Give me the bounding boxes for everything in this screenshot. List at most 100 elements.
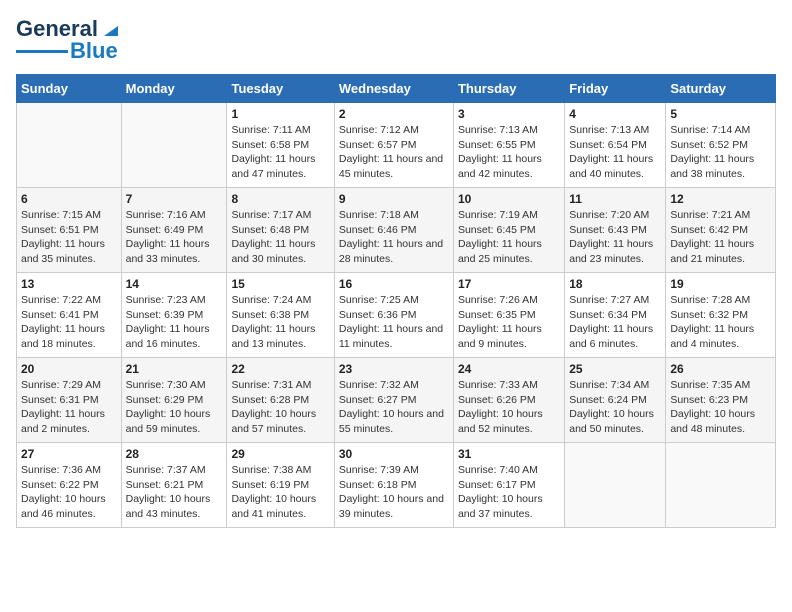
calendar-cell [121, 103, 227, 188]
day-number: 11 [569, 192, 661, 206]
day-info: Sunrise: 7:15 AMSunset: 6:51 PMDaylight:… [21, 208, 117, 267]
day-info: Sunrise: 7:22 AMSunset: 6:41 PMDaylight:… [21, 293, 117, 352]
calendar-cell: 1 Sunrise: 7:11 AMSunset: 6:58 PMDaylight… [227, 103, 334, 188]
day-number: 20 [21, 362, 117, 376]
day-number: 10 [458, 192, 560, 206]
day-info: Sunrise: 7:25 AMSunset: 6:36 PMDaylight:… [339, 293, 449, 352]
calendar-cell: 29 Sunrise: 7:38 AMSunset: 6:19 PMDayligh… [227, 443, 334, 528]
calendar-cell: 31Sunrise: 7:40 AMSunset: 6:17 PMDayligh… [453, 443, 564, 528]
day-info: Sunrise: 7:17 AMSunset: 6:48 PMDaylight:… [231, 208, 329, 267]
day-info: Sunrise: 7:12 AMSunset: 6:57 PMDaylight:… [339, 123, 449, 182]
calendar-table: SundayMondayTuesdayWednesdayThursdayFrid… [16, 74, 776, 528]
day-info: Sunrise: 7:36 AMSunset: 6:22 PMDaylight:… [21, 463, 117, 522]
calendar-header-row: SundayMondayTuesdayWednesdayThursdayFrid… [17, 75, 776, 103]
calendar-cell: 2Sunrise: 7:12 AMSunset: 6:57 PMDaylight… [334, 103, 453, 188]
day-number: 6 [21, 192, 117, 206]
calendar-cell: 3 Sunrise: 7:13 AMSunset: 6:55 PMDaylight… [453, 103, 564, 188]
day-number: 15 [231, 277, 329, 291]
logo: General Blue [16, 16, 122, 64]
calendar-cell: 22 Sunrise: 7:31 AMSunset: 6:28 PMDayligh… [227, 358, 334, 443]
calendar-week-2: 6 Sunrise: 7:15 AMSunset: 6:51 PMDaylight… [17, 188, 776, 273]
day-info: Sunrise: 7:31 AMSunset: 6:28 PMDaylight:… [231, 378, 329, 437]
calendar-cell: 26 Sunrise: 7:35 AMSunset: 6:23 PMDayligh… [666, 358, 776, 443]
day-info: Sunrise: 7:11 AMSunset: 6:58 PMDaylight:… [231, 123, 329, 182]
day-number: 4 [569, 107, 661, 121]
day-number: 7 [126, 192, 223, 206]
day-info: Sunrise: 7:26 AMSunset: 6:35 PMDaylight:… [458, 293, 560, 352]
col-header-sunday: Sunday [17, 75, 122, 103]
calendar-cell: 14 Sunrise: 7:23 AMSunset: 6:39 PMDayligh… [121, 273, 227, 358]
col-header-friday: Friday [565, 75, 666, 103]
calendar-cell: 17Sunrise: 7:26 AMSunset: 6:35 PMDayligh… [453, 273, 564, 358]
day-number: 22 [231, 362, 329, 376]
calendar-cell [666, 443, 776, 528]
calendar-cell: 12 Sunrise: 7:21 AMSunset: 6:42 PMDayligh… [666, 188, 776, 273]
calendar-cell: 13 Sunrise: 7:22 AMSunset: 6:41 PMDayligh… [17, 273, 122, 358]
calendar-cell: 28 Sunrise: 7:37 AMSunset: 6:21 PMDayligh… [121, 443, 227, 528]
col-header-monday: Monday [121, 75, 227, 103]
logo-blue: Blue [70, 38, 118, 64]
calendar-cell: 15 Sunrise: 7:24 AMSunset: 6:38 PMDayligh… [227, 273, 334, 358]
day-info: Sunrise: 7:38 AMSunset: 6:19 PMDaylight:… [231, 463, 329, 522]
day-number: 16 [339, 277, 449, 291]
calendar-cell: 30Sunrise: 7:39 AMSunset: 6:18 PMDayligh… [334, 443, 453, 528]
day-info: Sunrise: 7:23 AMSunset: 6:39 PMDaylight:… [126, 293, 223, 352]
day-info: Sunrise: 7:27 AMSunset: 6:34 PMDaylight:… [569, 293, 661, 352]
day-info: Sunrise: 7:13 AMSunset: 6:55 PMDaylight:… [458, 123, 560, 182]
day-number: 21 [126, 362, 223, 376]
page-header: General Blue [16, 16, 776, 64]
day-info: Sunrise: 7:39 AMSunset: 6:18 PMDaylight:… [339, 463, 449, 522]
day-number: 1 [231, 107, 329, 121]
day-number: 5 [670, 107, 771, 121]
col-header-saturday: Saturday [666, 75, 776, 103]
calendar-cell: 16 Sunrise: 7:25 AMSunset: 6:36 PMDayligh… [334, 273, 453, 358]
col-header-thursday: Thursday [453, 75, 564, 103]
day-number: 31 [458, 447, 560, 461]
day-number: 23 [339, 362, 449, 376]
day-info: Sunrise: 7:14 AMSunset: 6:52 PMDaylight:… [670, 123, 771, 182]
calendar-cell: 8 Sunrise: 7:17 AMSunset: 6:48 PMDaylight… [227, 188, 334, 273]
day-number: 14 [126, 277, 223, 291]
calendar-cell: 20 Sunrise: 7:29 AMSunset: 6:31 PMDayligh… [17, 358, 122, 443]
day-number: 26 [670, 362, 771, 376]
day-info: Sunrise: 7:33 AMSunset: 6:26 PMDaylight:… [458, 378, 560, 437]
calendar-body: 1 Sunrise: 7:11 AMSunset: 6:58 PMDaylight… [17, 103, 776, 528]
col-header-wednesday: Wednesday [334, 75, 453, 103]
day-info: Sunrise: 7:16 AMSunset: 6:49 PMDaylight:… [126, 208, 223, 267]
day-info: Sunrise: 7:30 AMSunset: 6:29 PMDaylight:… [126, 378, 223, 437]
day-info: Sunrise: 7:34 AMSunset: 6:24 PMDaylight:… [569, 378, 661, 437]
day-info: Sunrise: 7:18 AMSunset: 6:46 PMDaylight:… [339, 208, 449, 267]
day-number: 29 [231, 447, 329, 461]
calendar-cell: 19 Sunrise: 7:28 AMSunset: 6:32 PMDayligh… [666, 273, 776, 358]
day-number: 8 [231, 192, 329, 206]
calendar-cell: 21 Sunrise: 7:30 AMSunset: 6:29 PMDayligh… [121, 358, 227, 443]
calendar-cell [17, 103, 122, 188]
day-number: 25 [569, 362, 661, 376]
calendar-cell: 25 Sunrise: 7:34 AMSunset: 6:24 PMDayligh… [565, 358, 666, 443]
day-info: Sunrise: 7:37 AMSunset: 6:21 PMDaylight:… [126, 463, 223, 522]
calendar-week-3: 13 Sunrise: 7:22 AMSunset: 6:41 PMDayligh… [17, 273, 776, 358]
calendar-cell: 11Sunrise: 7:20 AMSunset: 6:43 PMDayligh… [565, 188, 666, 273]
day-info: Sunrise: 7:13 AMSunset: 6:54 PMDaylight:… [569, 123, 661, 182]
day-info: Sunrise: 7:35 AMSunset: 6:23 PMDaylight:… [670, 378, 771, 437]
day-number: 24 [458, 362, 560, 376]
day-number: 13 [21, 277, 117, 291]
day-number: 12 [670, 192, 771, 206]
day-info: Sunrise: 7:24 AMSunset: 6:38 PMDaylight:… [231, 293, 329, 352]
calendar-cell: 7 Sunrise: 7:16 AMSunset: 6:49 PMDaylight… [121, 188, 227, 273]
day-info: Sunrise: 7:28 AMSunset: 6:32 PMDaylight:… [670, 293, 771, 352]
col-header-tuesday: Tuesday [227, 75, 334, 103]
calendar-cell: 5 Sunrise: 7:14 AMSunset: 6:52 PMDaylight… [666, 103, 776, 188]
day-info: Sunrise: 7:21 AMSunset: 6:42 PMDaylight:… [670, 208, 771, 267]
calendar-cell: 24 Sunrise: 7:33 AMSunset: 6:26 PMDayligh… [453, 358, 564, 443]
calendar-cell: 10Sunrise: 7:19 AMSunset: 6:45 PMDayligh… [453, 188, 564, 273]
calendar-cell: 9 Sunrise: 7:18 AMSunset: 6:46 PMDaylight… [334, 188, 453, 273]
day-number: 3 [458, 107, 560, 121]
day-info: Sunrise: 7:29 AMSunset: 6:31 PMDaylight:… [21, 378, 117, 437]
day-number: 19 [670, 277, 771, 291]
day-number: 9 [339, 192, 449, 206]
calendar-cell: 27Sunrise: 7:36 AMSunset: 6:22 PMDayligh… [17, 443, 122, 528]
calendar-week-4: 20 Sunrise: 7:29 AMSunset: 6:31 PMDayligh… [17, 358, 776, 443]
calendar-cell: 18Sunrise: 7:27 AMSunset: 6:34 PMDayligh… [565, 273, 666, 358]
day-number: 28 [126, 447, 223, 461]
